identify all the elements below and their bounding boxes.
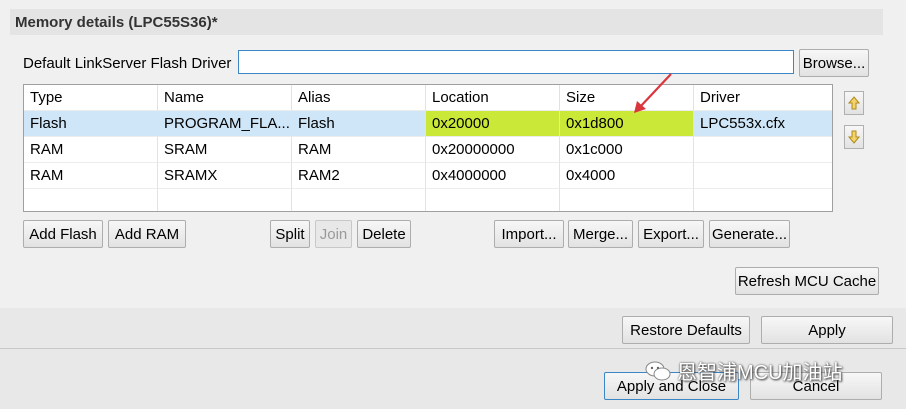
flash-driver-input[interactable]	[238, 50, 794, 74]
column-header-type[interactable]: Type	[24, 85, 158, 111]
watermark: 恩智浦MCU加油站	[645, 356, 843, 385]
delete-button[interactable]: Delete	[357, 220, 411, 248]
cell-alias[interactable]: RAM	[292, 137, 426, 163]
table-row[interactable]: RAM SRAMX RAM2 0x4000000 0x4000	[24, 163, 832, 189]
column-header-alias[interactable]: Alias	[292, 85, 426, 111]
move-up-button[interactable]	[844, 91, 864, 115]
cell-driver[interactable]: LPC553x.cfx	[694, 111, 832, 137]
empty-cell	[158, 189, 292, 211]
column-header-driver[interactable]: Driver	[694, 85, 832, 111]
join-button[interactable]: Join	[315, 220, 352, 248]
cell-name[interactable]: PROGRAM_FLA...	[158, 111, 292, 137]
cell-type: RAM	[24, 163, 158, 189]
table-row[interactable]: RAM SRAM RAM 0x20000000 0x1c000	[24, 137, 832, 163]
column-header-location[interactable]: Location	[426, 85, 560, 111]
arrow-down-icon	[848, 130, 860, 144]
cell-name[interactable]: SRAMX	[158, 163, 292, 189]
add-flash-button[interactable]: Add Flash	[23, 220, 103, 248]
cell-type: RAM	[24, 137, 158, 163]
arrow-up-icon	[848, 96, 860, 110]
empty-cell	[694, 189, 832, 211]
refresh-mcu-cache-button[interactable]: Refresh MCU Cache	[735, 267, 879, 295]
empty-cell	[24, 189, 158, 211]
split-button[interactable]: Split	[270, 220, 310, 248]
move-down-button[interactable]	[844, 125, 864, 149]
table-row-empty	[24, 189, 832, 211]
import-button[interactable]: Import...	[494, 220, 564, 248]
flash-driver-label: Default LinkServer Flash Driver	[23, 55, 232, 72]
watermark-text: 恩智浦MCU加油站	[677, 362, 843, 384]
add-ram-button[interactable]: Add RAM	[108, 220, 186, 248]
cell-location[interactable]: 0x20000	[426, 111, 560, 137]
cell-name[interactable]: SRAM	[158, 137, 292, 163]
generate-button[interactable]: Generate...	[709, 220, 790, 248]
cell-alias[interactable]: RAM2	[292, 163, 426, 189]
cell-size[interactable]: 0x4000	[560, 163, 694, 189]
restore-defaults-button[interactable]: Restore Defaults	[622, 316, 750, 344]
column-header-name[interactable]: Name	[158, 85, 292, 111]
cell-size[interactable]: 0x1d800	[560, 111, 694, 137]
table-header-row: Type Name Alias Location Size Driver	[24, 85, 832, 111]
cell-location[interactable]: 0x4000000	[426, 163, 560, 189]
empty-cell	[426, 189, 560, 211]
cell-type: Flash	[24, 111, 158, 137]
cell-size[interactable]: 0x1c000	[560, 137, 694, 163]
divider	[0, 348, 906, 349]
empty-cell	[292, 189, 426, 211]
wechat-icon	[645, 361, 671, 380]
memory-table[interactable]: Type Name Alias Location Size Driver Fla…	[23, 84, 833, 212]
cell-alias[interactable]: Flash	[292, 111, 426, 137]
merge-button[interactable]: Merge...	[568, 220, 633, 248]
empty-cell	[560, 189, 694, 211]
cell-location[interactable]: 0x20000000	[426, 137, 560, 163]
table-row[interactable]: Flash PROGRAM_FLA... Flash 0x20000 0x1d8…	[24, 111, 832, 137]
section-header: Memory details (LPC55S36)*	[10, 9, 883, 35]
export-button[interactable]: Export...	[638, 220, 704, 248]
apply-button[interactable]: Apply	[761, 316, 893, 344]
column-header-size[interactable]: Size	[560, 85, 694, 111]
cell-driver[interactable]	[694, 163, 832, 189]
browse-button[interactable]: Browse...	[799, 49, 869, 77]
section-title: Memory details (LPC55S36)*	[15, 13, 218, 31]
cell-driver[interactable]	[694, 137, 832, 163]
